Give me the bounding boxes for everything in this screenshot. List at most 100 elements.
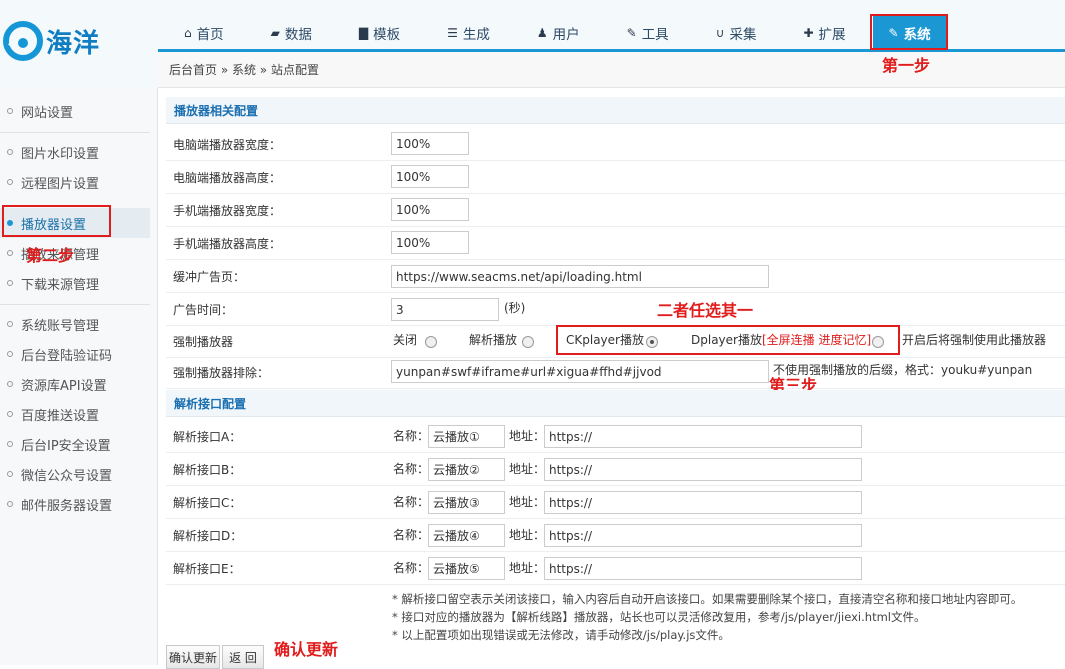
sidebar-divider <box>0 304 150 305</box>
ad-time-unit: (秒) <box>504 301 526 315</box>
nav-template[interactable]: ▇ 模板 <box>333 14 421 51</box>
nav-home[interactable]: ⌂ 首页 <box>158 14 245 51</box>
name-label: 名称： <box>393 528 430 542</box>
site-logo[interactable]: 海洋 <box>2 16 142 66</box>
sidebar-item-captcha[interactable]: 后台登陆验证码 <box>0 339 150 369</box>
addr-label: 地址： <box>509 429 546 443</box>
bullet-icon <box>7 441 13 447</box>
bullet-icon <box>7 381 13 387</box>
annotation-confirm: 确认更新 <box>274 640 339 659</box>
bullet-icon <box>7 108 13 114</box>
bullet-icon <box>7 351 13 357</box>
confirm-update-button[interactable]: 确认更新 <box>166 645 220 669</box>
name-label: 名称： <box>393 561 430 575</box>
book-icon: ▰ <box>270 25 280 40</box>
sidebar-item-ip-security[interactable]: 后台IP安全设置 <box>0 429 150 459</box>
bullet-icon <box>7 321 13 327</box>
mobile-height-input[interactable]: 100% <box>391 231 469 254</box>
home-icon: ⌂ <box>184 25 192 40</box>
nav-user[interactable]: ♟ 用户 <box>511 14 601 51</box>
sidebar-item-baidu-push[interactable]: 百度推送设置 <box>0 399 150 429</box>
help-note: * 以上配置项如出现错误或无法修改，请手动修改/js/play.js文件。 <box>392 628 730 642</box>
wrench-icon: ✎ <box>626 25 637 40</box>
field-label: 解析接口D： <box>173 529 243 543</box>
help-notes: * 解析接口留空表示关闭该接口，输入内容后自动开启该接口。如果需要删除某个接口，… <box>392 590 1022 644</box>
main-nav: ⌂ 首页 ▰ 数据 ▇ 模板 ☰ 生成 ♟ 用户 ✎ 工具 ∪ 采集 ✚ 扩展 ✎ 系统 <box>158 14 947 51</box>
annotation-box-choose <box>556 325 900 355</box>
force-off-radio[interactable] <box>425 336 437 348</box>
field-label: 强制播放器 <box>173 335 234 349</box>
back-button[interactable]: 返 回 <box>222 645 264 669</box>
magnet-icon: ∪ <box>715 25 725 40</box>
sidebar-item-watermark[interactable]: 图片水印设置 <box>0 137 150 167</box>
parse-addr-input-b[interactable]: https:// <box>544 458 862 481</box>
field-label: 手机端播放器宽度： <box>173 204 282 218</box>
nav-tools[interactable]: ✎ 工具 <box>601 14 690 51</box>
addr-label: 地址： <box>509 495 546 509</box>
field-label: 手机端播放器高度： <box>173 237 282 251</box>
name-label: 名称： <box>393 462 430 476</box>
form-row: 电脑端播放器高度： <box>166 161 1065 194</box>
logo-text: 海洋 <box>46 28 101 59</box>
help-note: * 解析接口留空表示关闭该接口，输入内容后自动开启该接口。如果需要删除某个接口，… <box>392 592 1023 606</box>
annotation-step2: 第二步 <box>26 246 75 265</box>
nav-generate[interactable]: ☰ 生成 <box>421 14 511 51</box>
sidebar-item-download-source[interactable]: 下载来源管理 <box>0 268 150 298</box>
sidebar-item-accounts[interactable]: 系统账号管理 <box>0 309 150 339</box>
sidebar-item-play-source[interactable]: 播放来源管理 <box>0 238 150 268</box>
help-note: * 接口对应的播放器为【解析线路】播放器，站长也可以灵活修改复用，参考/js/p… <box>392 610 926 624</box>
form-row: 广告时间： <box>166 293 1065 326</box>
mobile-width-input[interactable]: 100% <box>391 198 469 221</box>
field-label: 缓冲广告页： <box>173 270 246 284</box>
bullet-icon <box>7 411 13 417</box>
force-parse-label: 解析播放 <box>469 333 518 347</box>
pc-width-input[interactable]: 100% <box>391 132 469 155</box>
bullet-icon <box>7 501 13 507</box>
parse-addr-input-e[interactable]: https:// <box>544 557 862 580</box>
nav-extend[interactable]: ✚ 扩展 <box>777 14 866 51</box>
ad-time-input[interactable]: 3 <box>391 298 499 321</box>
buffer-ad-url-input[interactable]: https://www.seacms.net/api/loading.html <box>391 265 769 288</box>
sidebar-item-mail[interactable]: 邮件服务器设置 <box>0 489 150 519</box>
sidebar-item-wechat[interactable]: 微信公众号设置 <box>0 459 150 489</box>
parse-addr-input-a[interactable]: https:// <box>544 425 862 448</box>
annotation-choose-one: 二者任选其一 <box>657 301 754 320</box>
field-label: 电脑端播放器宽度： <box>173 138 282 152</box>
nav-data[interactable]: ▰ 数据 <box>245 14 333 51</box>
addr-label: 地址： <box>509 462 546 476</box>
field-label: 解析接口B： <box>173 463 242 477</box>
parse-addr-input-c[interactable]: https:// <box>544 491 862 514</box>
parse-name-input-c[interactable]: 云播放③ <box>428 491 505 514</box>
server-icon: ☰ <box>447 25 458 40</box>
name-label: 名称： <box>393 429 430 443</box>
field-label: 解析接口A： <box>173 430 242 444</box>
pc-height-input[interactable]: 100% <box>391 165 469 188</box>
force-exclude-input[interactable]: yunpan#swf#iframe#url#xigua#ffhd#jjvod <box>391 360 769 383</box>
addr-label: 地址： <box>509 561 546 575</box>
sidebar-item-api[interactable]: 资源库API设置 <box>0 369 150 399</box>
bullet-icon <box>7 250 13 256</box>
sidebar-divider <box>0 132 150 133</box>
parse-addr-input-d[interactable]: https:// <box>544 524 862 547</box>
field-label: 广告时间： <box>173 303 234 317</box>
bullet-icon <box>7 471 13 477</box>
field-label: 解析接口E： <box>173 562 241 576</box>
parse-name-input-b[interactable]: 云播放② <box>428 458 505 481</box>
nav-collect[interactable]: ∪ 采集 <box>690 14 778 51</box>
parse-name-input-a[interactable]: 云播放① <box>428 425 505 448</box>
force-player-note: 开启后将强制使用此播放器 <box>902 333 1047 347</box>
puzzle-icon: ✚ <box>803 25 814 40</box>
addr-label: 地址： <box>509 528 546 542</box>
bullet-icon <box>7 179 13 185</box>
annotation-box-step1 <box>870 14 948 50</box>
logo-swirl-icon <box>2 20 44 62</box>
parse-name-input-e[interactable]: 云播放⑤ <box>428 557 505 580</box>
force-parse-radio[interactable] <box>522 336 534 348</box>
parse-name-input-d[interactable]: 云播放④ <box>428 524 505 547</box>
sidebar-item-site-settings[interactable]: 网站设置 <box>0 96 150 126</box>
section-title-parse: 解析接口配置 <box>166 390 1065 417</box>
force-off-label: 关闭 <box>393 333 418 347</box>
sidebar-item-remote-image[interactable]: 远程图片设置 <box>0 167 150 197</box>
bullet-icon <box>7 280 13 286</box>
field-label: 电脑端播放器高度： <box>173 171 282 185</box>
